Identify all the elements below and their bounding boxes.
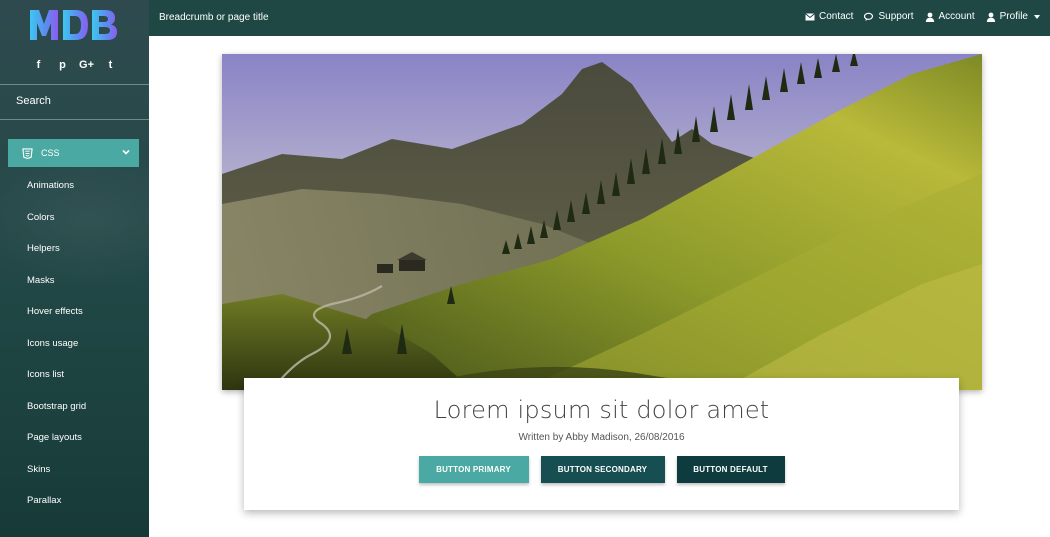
sidebar-item-icons-usage[interactable]: Icons usage bbox=[0, 328, 149, 360]
css3-icon bbox=[22, 147, 33, 159]
nav-profile-dropdown[interactable]: Profile bbox=[986, 11, 1040, 22]
sidebar-divider bbox=[0, 119, 149, 120]
sidebar-item-bootstrap-grid[interactable]: Bootstrap grid bbox=[0, 391, 149, 423]
card-title: Lorem ipsum sit dolor amet bbox=[433, 396, 770, 424]
secondary-button[interactable]: BUTTON SECONDARY bbox=[540, 456, 665, 483]
google-plus-icon[interactable]: G+ bbox=[79, 58, 94, 72]
sidebar-item-hover-effects[interactable]: Hover effects bbox=[0, 296, 149, 328]
caret-down-icon bbox=[1034, 14, 1040, 19]
nav-profile-label: Profile bbox=[999, 11, 1028, 22]
sidebar-item-css[interactable]: CSS bbox=[8, 139, 139, 167]
comments-icon bbox=[864, 12, 874, 21]
sidebar-item-masks[interactable]: Masks bbox=[0, 265, 149, 297]
chevron-down-icon bbox=[122, 149, 130, 155]
nav-contact-label: Contact bbox=[819, 11, 854, 22]
breadcrumb: Breadcrumb or page title bbox=[159, 12, 269, 23]
envelope-icon bbox=[805, 12, 815, 20]
sidebar-submenu: Animations Colors Helpers Masks Hover ef… bbox=[0, 170, 149, 517]
sidebar-item-helpers[interactable]: Helpers bbox=[0, 233, 149, 265]
social-links: f p G+ t bbox=[0, 58, 149, 72]
sidebar-divider bbox=[0, 84, 149, 85]
sidebar-item-colors[interactable]: Colors bbox=[0, 202, 149, 234]
sidebar-item-animations[interactable]: Animations bbox=[0, 170, 149, 202]
nav-account-label: Account bbox=[938, 11, 975, 22]
content-card: Lorem ipsum sit dolor amet Written by Ab… bbox=[244, 378, 959, 510]
primary-button[interactable]: BUTTON PRIMARY bbox=[418, 456, 529, 483]
nav-account[interactable]: Account bbox=[925, 11, 975, 22]
card-byline: Written by Abby Madison, 26/08/2016 bbox=[518, 432, 685, 443]
nav-support[interactable]: Support bbox=[864, 11, 914, 22]
user-icon bbox=[986, 12, 995, 22]
twitter-icon[interactable]: t bbox=[105, 58, 117, 72]
facebook-icon[interactable]: f bbox=[33, 58, 45, 72]
mdb-logo[interactable] bbox=[28, 6, 120, 44]
default-button[interactable]: BUTTON DEFAULT bbox=[676, 456, 785, 483]
sidebar-item-icons-list[interactable]: Icons list bbox=[0, 359, 149, 391]
user-icon bbox=[925, 12, 934, 22]
nav-support-label: Support bbox=[878, 11, 914, 22]
navbar-links: Contact Support Account Profile bbox=[805, 11, 1040, 22]
sidebar: f p G+ t Search CSS Animations Colors He… bbox=[0, 0, 149, 537]
top-navbar: Breadcrumb or page title Contact Support… bbox=[149, 0, 1050, 36]
hero-image bbox=[222, 54, 982, 390]
sidebar-item-label: CSS bbox=[41, 148, 60, 158]
mdb-logo-graphic bbox=[30, 10, 117, 40]
sidebar-item-page-layouts[interactable]: Page layouts bbox=[0, 422, 149, 454]
nav-contact[interactable]: Contact bbox=[805, 11, 853, 22]
sidebar-item-skins[interactable]: Skins bbox=[0, 454, 149, 486]
sidebar-item-parallax[interactable]: Parallax bbox=[0, 485, 149, 517]
sidebar-search[interactable]: Search bbox=[16, 95, 51, 107]
pinterest-icon[interactable]: p bbox=[57, 58, 69, 72]
card-actions: BUTTON PRIMARY BUTTON SECONDARY BUTTON D… bbox=[244, 456, 959, 483]
mountain-landscape-image bbox=[222, 54, 982, 390]
